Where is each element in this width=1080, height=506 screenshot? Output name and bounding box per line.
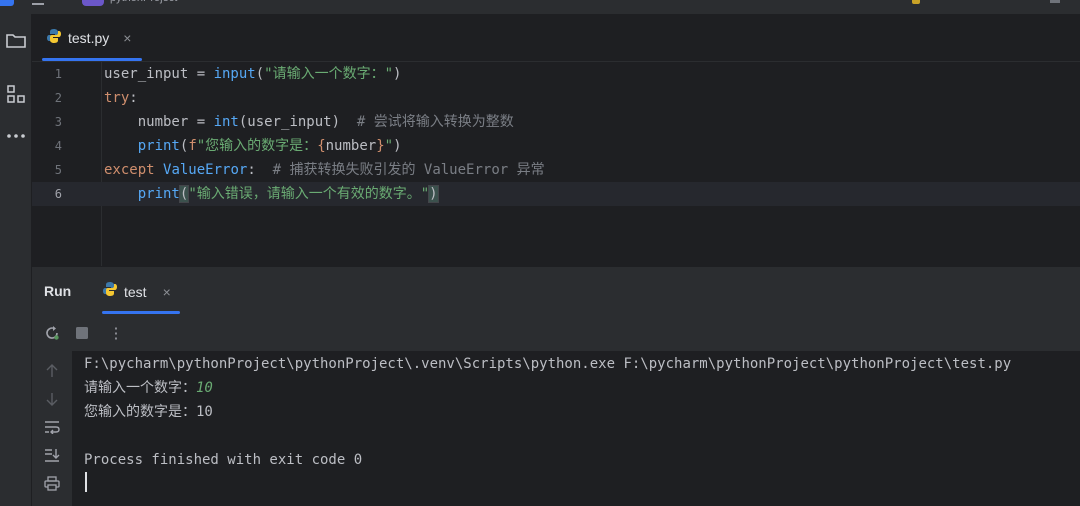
code-editor[interactable]: 1 user_input = input("请输入一个数字：") 2 try: 3 nu… xyxy=(32,62,1080,266)
code-token: print xyxy=(137,186,180,202)
code-token: : xyxy=(247,162,273,178)
python-file-icon xyxy=(102,281,118,302)
main-menu-icon[interactable] xyxy=(32,0,44,5)
console-user-input: 10 xyxy=(196,380,213,396)
soft-wrap-icon[interactable] xyxy=(38,415,66,439)
project-name[interactable]: pythonProject xyxy=(110,0,186,4)
line-number: 6 xyxy=(54,187,62,201)
code-token: { xyxy=(317,138,326,154)
code-token: ( xyxy=(255,66,265,82)
console-side-toolbar xyxy=(32,351,72,506)
code-line[interactable]: 1 user_input = input("请输入一个数字：") xyxy=(32,62,1080,86)
code-token: # 尝试将输入转换为整数 xyxy=(356,114,514,130)
code-text: try: xyxy=(104,86,138,110)
code-token: try xyxy=(104,90,130,106)
run-console-output[interactable]: F:\pycharm\pythonProject\pythonProject\.… xyxy=(72,351,1080,506)
editor-tab-test-py[interactable]: test.py × xyxy=(42,24,135,52)
code-token: # 捕获转换失败引发的 ValueError 异常 xyxy=(272,162,545,178)
structure-icon[interactable] xyxy=(0,80,32,108)
print-icon[interactable] xyxy=(38,471,66,495)
project-folder-icon[interactable] xyxy=(0,26,32,54)
code-line[interactable]: 4 print(f"您输入的数字是：{number}") xyxy=(32,134,1080,158)
code-token: number xyxy=(325,138,377,154)
code-text: except ValueError: # 捕获转换失败引发的 ValueErro… xyxy=(104,158,545,182)
code-token: user_input = xyxy=(104,66,214,82)
active-tab-indicator xyxy=(42,58,142,61)
line-number: 5 xyxy=(54,163,62,177)
code-token: int xyxy=(213,114,239,130)
console-command-line: F:\pycharm\pythonProject\pythonProject\.… xyxy=(84,356,1012,372)
run-toolbar: ⋮ xyxy=(32,319,1080,347)
line-number: 4 xyxy=(54,139,62,153)
run-tool-window: Run test × ⋮ F:\pycharm\pythonProject\py… xyxy=(32,266,1080,506)
code-line[interactable]: 5 except ValueError: # 捕获转换失败引发的 ValueErr… xyxy=(32,158,1080,182)
tool-window-strip xyxy=(0,14,32,506)
code-line[interactable]: 6 print("输入错误，请输入一个有效的数字。") xyxy=(32,182,1080,206)
code-token: except xyxy=(104,162,164,178)
code-token: (user_input) xyxy=(238,114,357,130)
close-tab-icon[interactable]: × xyxy=(123,30,131,46)
console-exit-line: Process finished with exit code 0 xyxy=(84,452,363,468)
code-token: "输入错误，请输入一个有效的数字。" xyxy=(188,186,430,202)
close-run-tab-icon[interactable]: × xyxy=(163,284,171,300)
code-text: print("输入错误，请输入一个有效的数字。") xyxy=(104,182,439,206)
python-file-icon xyxy=(46,28,62,49)
code-text: user_input = input("请输入一个数字：") xyxy=(104,62,401,86)
line-number: 2 xyxy=(54,91,62,105)
run-tab-test[interactable]: test × xyxy=(102,281,171,302)
code-text: number = int(user_input) # 尝试将输入转换为整数 xyxy=(104,110,514,134)
line-number: 1 xyxy=(54,67,62,81)
code-token: input xyxy=(213,66,256,82)
more-vertical-icon[interactable]: ⋮ xyxy=(104,321,128,345)
console-prompt: 请输入一个数字： xyxy=(84,380,196,396)
console-result-line: 您输入的数字是：10 xyxy=(84,404,213,420)
more-tools-icon[interactable] xyxy=(0,122,32,150)
rerun-icon[interactable] xyxy=(40,321,64,345)
code-token: } xyxy=(376,138,385,154)
code-token: " xyxy=(384,138,394,154)
editor-tab-bar: test.py × xyxy=(32,14,1080,62)
line-number: 3 xyxy=(54,115,62,129)
run-header: Run test × xyxy=(32,267,1080,315)
run-tab-label: test xyxy=(124,283,147,300)
code-token: ) xyxy=(393,66,402,82)
code-line[interactable]: 3 number = int(user_input) # 尝试将输入转换为整数 xyxy=(32,110,1080,134)
code-token: "您输入的数字是： xyxy=(196,138,318,154)
code-token: ValueError xyxy=(163,162,248,178)
run-title: Run xyxy=(44,283,72,299)
app-logo-icon[interactable] xyxy=(0,0,14,6)
code-token: ) xyxy=(428,185,439,203)
editor-tab-label: test.py xyxy=(68,30,110,46)
console-caret[interactable] xyxy=(85,472,87,492)
code-token: print xyxy=(137,138,180,154)
window-control-icon[interactable] xyxy=(1050,0,1060,3)
console-prompt-line: 请输入一个数字：10 xyxy=(84,376,213,400)
code-token: number = xyxy=(104,114,214,130)
code-line[interactable]: 2 try: xyxy=(32,86,1080,110)
title-bar: pythonProject xyxy=(0,0,1080,14)
arrow-down-icon[interactable] xyxy=(38,387,66,411)
stop-icon[interactable] xyxy=(70,321,94,345)
active-run-tab-indicator xyxy=(102,311,180,314)
project-avatar[interactable] xyxy=(82,0,104,6)
notifications-icon[interactable] xyxy=(912,0,920,4)
code-token: : xyxy=(129,90,138,106)
code-token: f xyxy=(188,138,197,154)
arrow-up-icon[interactable] xyxy=(38,359,66,383)
code-token: ) xyxy=(393,138,402,154)
scroll-to-end-icon[interactable] xyxy=(38,443,66,467)
code-token: "请输入一个数字：" xyxy=(264,66,394,82)
code-text: print(f"您输入的数字是：{number}") xyxy=(104,134,402,158)
